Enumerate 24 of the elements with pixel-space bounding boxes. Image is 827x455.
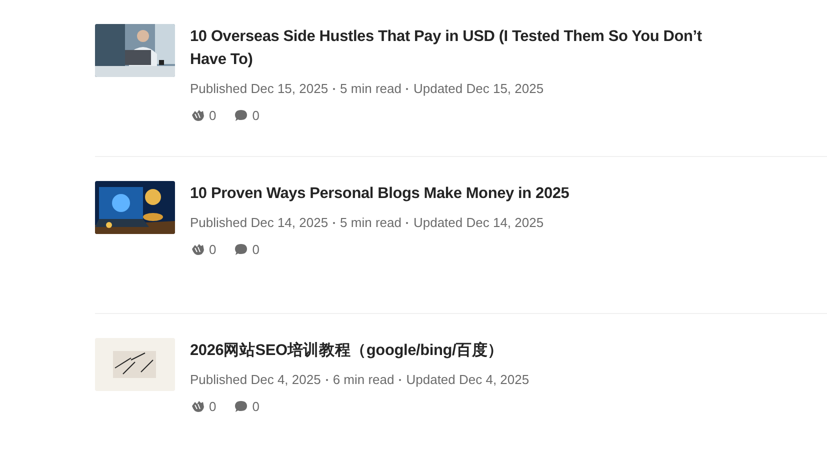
published-date: Published Dec 14, 2025: [190, 215, 328, 230]
updated-date: Updated Dec 4, 2025: [406, 372, 530, 387]
article-title[interactable]: 10 Overseas Side Hustles That Pay in USD (I Tested Them So You Don’t Have To): [190, 25, 710, 71]
article-title[interactable]: 2026网站SEO培训教程（google/bing/百度）: [190, 339, 710, 362]
updated-date: Updated Dec 15, 2025: [413, 81, 544, 96]
published-date: Published Dec 4, 2025: [190, 372, 321, 387]
comment-icon[interactable]: [234, 109, 248, 122]
read-time: 5 min read: [340, 215, 402, 230]
comment-count: 0: [252, 242, 260, 257]
clap-icon[interactable]: [190, 400, 205, 413]
comment-icon[interactable]: [234, 400, 248, 413]
comment-icon[interactable]: [234, 243, 248, 256]
comment-count: 0: [252, 399, 260, 414]
clap-count: 0: [209, 399, 216, 414]
article-title[interactable]: 10 Proven Ways Personal Blogs Make Money in 2025: [190, 182, 710, 205]
clap-icon[interactable]: [190, 243, 205, 256]
published-date: Published Dec 15, 2025: [190, 81, 328, 96]
read-time: 6 min read: [332, 372, 394, 387]
clap-count: 0: [209, 108, 216, 123]
comment-count: 0: [252, 108, 260, 123]
updated-date: Updated Dec 14, 2025: [413, 215, 544, 230]
read-time: 5 min read: [340, 81, 402, 96]
clap-count: 0: [209, 242, 216, 257]
clap-icon[interactable]: [190, 109, 205, 122]
